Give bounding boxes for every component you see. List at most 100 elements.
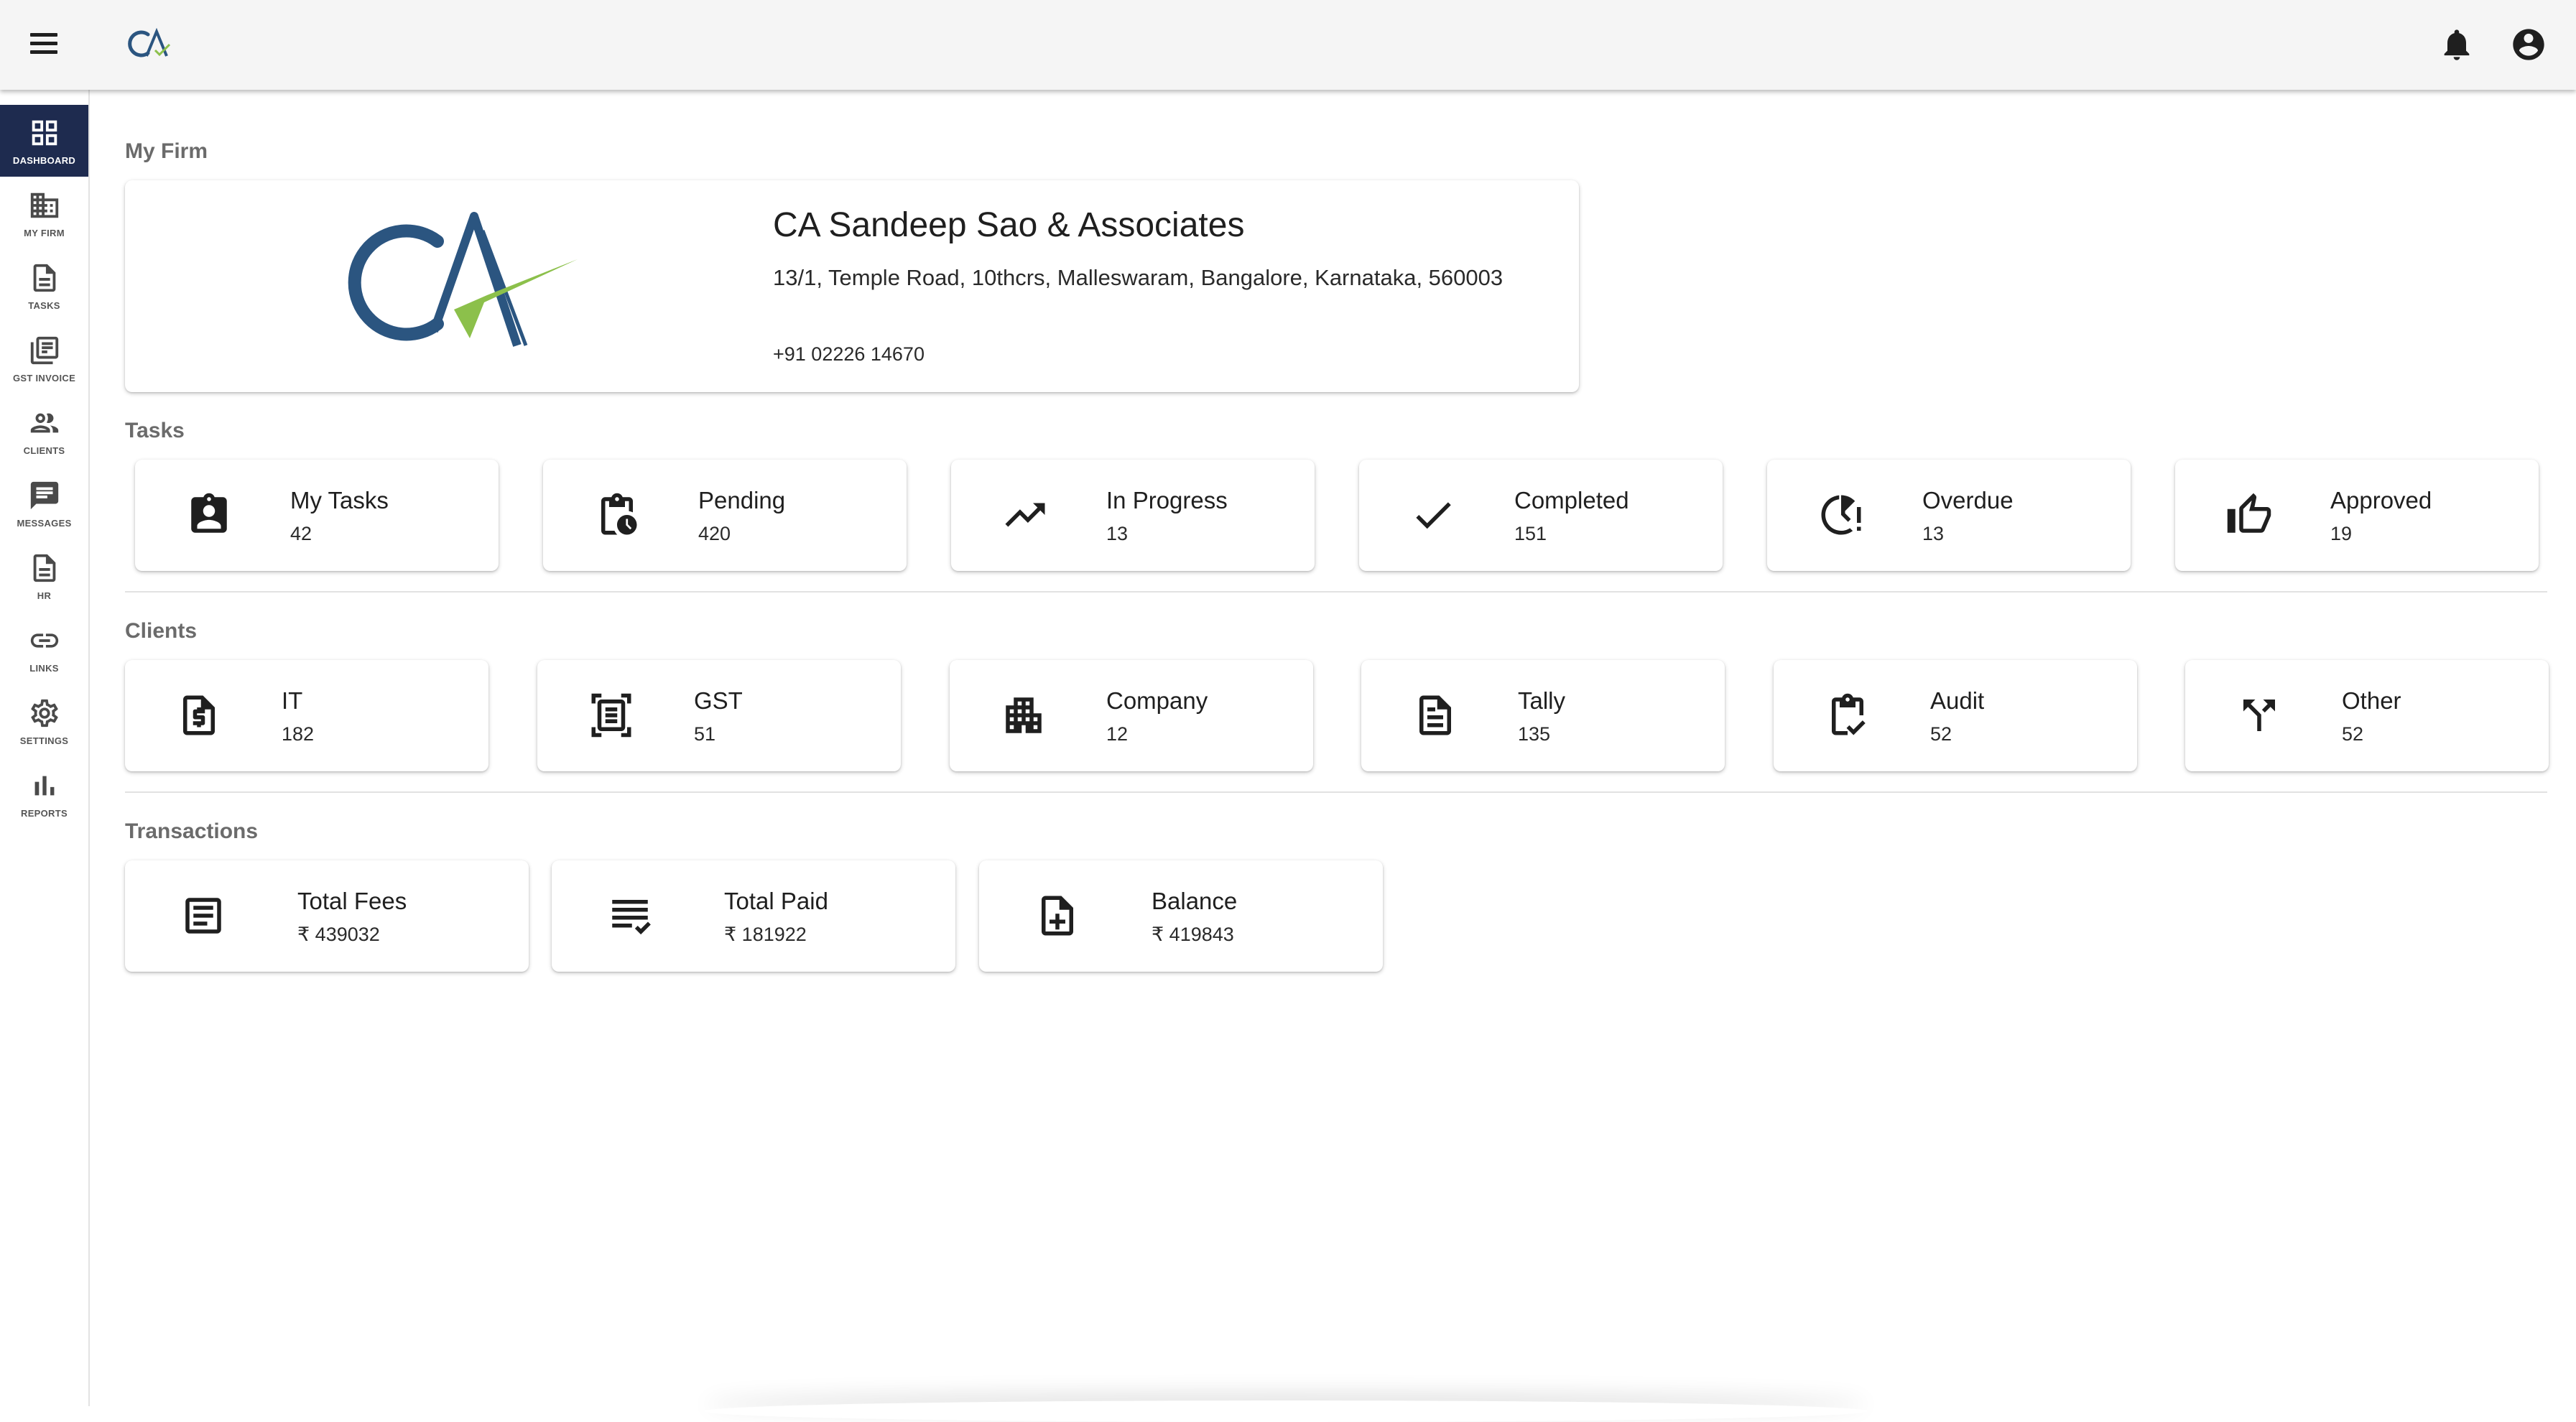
gear-icon — [30, 699, 58, 727]
pending-actions-icon — [593, 491, 641, 539]
client-card-company[interactable]: Company 12 — [950, 660, 1313, 771]
check-icon — [1409, 491, 1457, 539]
section-title-my-firm: My Firm — [125, 139, 208, 163]
task-card-pending[interactable]: Pending 420 — [543, 460, 907, 571]
sidebar-item-label: SETTINGS — [19, 735, 69, 746]
card-value: 151 — [1514, 523, 1547, 544]
assignment-ind-icon — [185, 491, 233, 539]
transaction-card-total-paid[interactable]: Total Paid ₹ 181922 — [552, 860, 955, 972]
card-label: My Tasks — [290, 487, 389, 514]
people-icon — [30, 413, 58, 432]
assignment-turned-in-icon — [1824, 692, 1871, 739]
thumb-up-icon — [2225, 491, 2273, 539]
article-icon — [1412, 692, 1459, 739]
trending-up-icon — [1001, 491, 1049, 539]
card-value: 135 — [1518, 723, 1551, 745]
bell-icon[interactable] — [2438, 26, 2475, 63]
firm-card[interactable]: CA Sandeep Sao & Associates 13/1, Temple… — [125, 180, 1579, 392]
task-card-in-progress[interactable]: In Progress 13 — [951, 460, 1315, 571]
sidebar-item-settings[interactable]: SETTINGS — [0, 685, 88, 757]
checklist-icon — [606, 892, 654, 939]
card-label: Other — [2342, 687, 2401, 714]
card-label: Overdue — [1922, 487, 2014, 514]
section-divider — [125, 591, 2547, 592]
call-split-icon — [2236, 692, 2283, 739]
card-label: Total Fees — [297, 888, 407, 914]
bottom-sheet-shadow — [704, 1400, 1868, 1422]
card-label: Tally — [1518, 687, 1566, 714]
client-card-audit[interactable]: Audit 52 — [1774, 660, 2137, 771]
sidebar-item-label: GST INVOICE — [12, 372, 76, 384]
sidebar-item-label: HR — [37, 590, 52, 601]
card-label: Company — [1106, 687, 1208, 714]
section-title-transactions: Transactions — [125, 819, 259, 843]
card-label: Audit — [1930, 687, 1985, 714]
top-app-bar — [0, 0, 2576, 90]
card-value: 13 — [1922, 523, 1945, 544]
sidebar-item-label: MESSAGES — [17, 517, 72, 529]
transaction-card-balance[interactable]: Balance ₹ 419843 — [979, 860, 1383, 972]
card-value: 52 — [1930, 723, 1952, 745]
card-label: GST — [694, 687, 743, 714]
client-card-tally[interactable]: Tally 135 — [1361, 660, 1725, 771]
card-value: 52 — [2342, 723, 2364, 745]
client-card-gst[interactable]: GST 51 — [537, 660, 901, 771]
sidebar-item-clients[interactable]: CLIENTS — [0, 395, 88, 467]
sidebar-item-links[interactable]: LINKS — [0, 613, 88, 684]
sidebar-item-dashboard[interactable]: DASHBOARD — [0, 105, 88, 177]
section-divider — [125, 791, 2547, 793]
card-value: ₹ 419843 — [1152, 924, 1234, 945]
firm-address: 13/1, Temple Road, 10thcrs, Malleswaram,… — [773, 265, 1504, 290]
link-icon — [30, 633, 58, 648]
chat-icon — [30, 481, 58, 509]
task-card-completed[interactable]: Completed 151 — [1359, 460, 1723, 571]
sidebar-nav: DASHBOARD MY FIRM TASKS GST INVOICE CLIE… — [0, 90, 90, 1406]
sidebar-item-messages[interactable]: MESSAGES — [0, 468, 88, 539]
note-add-icon — [1034, 892, 1081, 939]
task-card-approved[interactable]: Approved 19 — [2175, 460, 2539, 571]
card-label: Completed — [1514, 487, 1629, 514]
sidebar-item-reports[interactable]: REPORTS — [0, 758, 88, 830]
overdue-clock-icon — [1817, 491, 1865, 539]
card-label: Approved — [2330, 487, 2432, 514]
card-value: 51 — [694, 723, 716, 745]
sidebar-item-label: CLIENTS — [23, 445, 65, 456]
card-label: Total Paid — [724, 888, 828, 914]
sidebar-item-my-firm[interactable]: MY FIRM — [0, 177, 88, 249]
document-icon — [33, 554, 55, 582]
sidebar-item-tasks[interactable]: TASKS — [0, 250, 88, 322]
card-value: 420 — [698, 523, 731, 544]
account-circle-icon[interactable] — [2510, 26, 2547, 63]
card-value: 182 — [282, 723, 315, 745]
card-label: In Progress — [1106, 487, 1228, 514]
card-label: IT — [282, 687, 303, 714]
receipt-icon — [180, 892, 227, 939]
document-icon — [33, 264, 55, 292]
card-label: Balance — [1152, 888, 1238, 914]
card-value: ₹ 439032 — [297, 924, 380, 945]
building-icon — [30, 192, 58, 218]
transaction-card-total-fees[interactable]: Total Fees ₹ 439032 — [125, 860, 529, 972]
menu-icon[interactable] — [27, 27, 60, 60]
sidebar-item-hr[interactable]: HR — [0, 540, 88, 612]
task-card-overdue[interactable]: Overdue 13 — [1767, 460, 2131, 571]
library-books-icon — [30, 336, 58, 364]
client-card-it[interactable]: IT 182 — [125, 660, 488, 771]
request-quote-icon — [175, 692, 223, 739]
section-title-tasks: Tasks — [125, 419, 185, 442]
card-value: 13 — [1106, 523, 1129, 544]
document-scanner-icon — [588, 692, 635, 739]
card-value: 12 — [1106, 723, 1129, 745]
client-card-other[interactable]: Other 52 — [2185, 660, 2549, 771]
firm-name: CA Sandeep Sao & Associates — [773, 206, 1245, 244]
dashboard-icon — [32, 120, 57, 145]
sidebar-item-label: REPORTS — [21, 807, 68, 819]
sidebar-item-label: LINKS — [29, 662, 59, 674]
firm-phone: +91 02226 14670 — [773, 343, 925, 365]
sidebar-item-label: TASKS — [28, 299, 60, 311]
bar-chart-icon — [34, 776, 54, 795]
task-card-my-tasks[interactable]: My Tasks 42 — [135, 460, 499, 571]
firm-logo-small[interactable] — [126, 27, 177, 60]
sidebar-item-gst-invoice[interactable]: GST INVOICE — [0, 322, 88, 394]
section-title-clients: Clients — [125, 619, 198, 643]
